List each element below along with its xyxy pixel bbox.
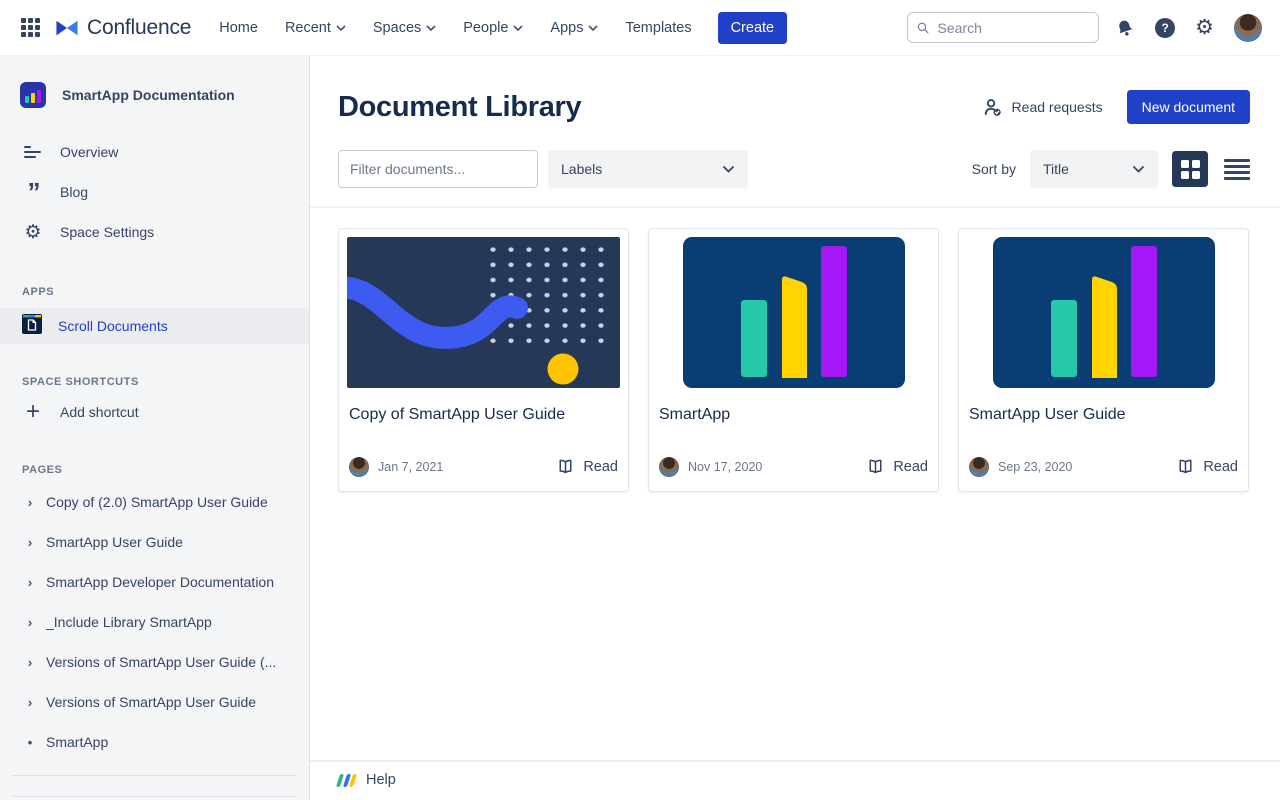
nav-templates[interactable]: Templates — [625, 20, 691, 36]
document-date: Jan 7, 2021 — [378, 460, 444, 474]
sort-dropdown[interactable]: Title — [1030, 150, 1158, 188]
labels-dropdown[interactable]: Labels — [548, 150, 748, 188]
user-avatar[interactable] — [1234, 13, 1262, 42]
document-library-panel: Document Library Read requests New docum… — [310, 56, 1280, 800]
pages-section-header: PAGES — [22, 464, 63, 476]
shortcuts-section-header: SPACE SHORTCUTS — [22, 376, 139, 388]
expand-chevron-icon[interactable]: › — [25, 495, 35, 510]
document-card[interactable]: SmartApp Nov 17, 2020 Read — [648, 228, 939, 492]
k15t-stripes-icon — [335, 773, 358, 787]
document-date: Sep 23, 2020 — [998, 460, 1073, 474]
list-view-toggle[interactable] — [1224, 158, 1250, 180]
notifications-bell-icon[interactable] — [1113, 15, 1138, 40]
document-date: Nov 17, 2020 — [688, 460, 763, 474]
primary-nav: Home Recent Spaces People Apps Templates — [219, 20, 691, 36]
pages-tree: › Copy of (2.0) SmartApp User Guide › Sm… — [0, 482, 309, 762]
expand-chevron-icon[interactable]: › — [25, 535, 35, 550]
product-name: Confluence — [87, 15, 192, 39]
read-requests-button[interactable]: Read requests — [982, 97, 1103, 118]
sidebar-divider — [12, 796, 297, 797]
help-link[interactable]: Help — [366, 772, 396, 788]
grid-icon — [1180, 159, 1189, 168]
expand-chevron-icon[interactable]: › — [25, 695, 35, 710]
nav-people[interactable]: People — [463, 20, 523, 36]
settings-gear-icon[interactable]: ⚙ — [1195, 17, 1214, 38]
page-tree-item[interactable]: › _Include Library SmartApp — [0, 602, 309, 642]
chevron-down-icon — [588, 24, 599, 31]
chevron-down-icon — [336, 24, 346, 31]
nav-apps[interactable]: Apps — [550, 20, 599, 36]
page-tree-item[interactable]: • SmartApp — [0, 722, 309, 762]
bullet-icon: • — [27, 734, 33, 750]
help-icon[interactable]: ? — [1155, 17, 1176, 38]
confluence-logo[interactable]: Confluence — [54, 15, 191, 41]
sort-by-label: Sort by — [971, 161, 1016, 177]
blog-quote-icon: ” — [27, 177, 41, 207]
grid-view-toggle[interactable] — [1172, 151, 1208, 187]
help-footer: Help — [310, 760, 1280, 800]
author-avatar — [659, 457, 679, 477]
plus-icon: + — [25, 398, 40, 425]
sidebar-item-scroll-documents[interactable]: Scroll Documents — [0, 308, 309, 344]
nav-home[interactable]: Home — [219, 20, 258, 36]
expand-chevron-icon[interactable]: › — [25, 655, 35, 670]
confluence-logo-icon — [56, 20, 78, 35]
filter-documents-input[interactable] — [338, 150, 538, 188]
page-tree-item[interactable]: › Versions of SmartApp User Guide (... — [0, 642, 309, 682]
app-switcher-icon[interactable] — [18, 16, 42, 40]
overview-lines-icon — [22, 145, 44, 159]
create-button[interactable]: Create — [717, 11, 788, 44]
page-title: Document Library — [338, 90, 582, 123]
author-avatar — [349, 457, 369, 477]
top-navigation-bar: Confluence Home Recent Spaces People App… — [0, 0, 1280, 56]
chevron-down-icon — [513, 24, 523, 31]
space-header[interactable]: SmartApp Documentation — [0, 56, 309, 116]
document-thumbnail-bars — [682, 237, 905, 388]
list-icon — [1224, 158, 1250, 162]
add-shortcut-button[interactable]: + Add shortcut — [0, 392, 309, 432]
global-search[interactable] — [907, 12, 1100, 43]
author-avatar — [969, 457, 989, 477]
page-tree-item[interactable]: › SmartApp Developer Documentation — [0, 562, 309, 602]
sidebar-divider — [12, 775, 297, 776]
read-button[interactable]: Read — [556, 458, 618, 476]
document-thumbnail-abstract — [347, 237, 620, 388]
scroll-documents-icon — [22, 313, 42, 339]
sidebar-item-blog[interactable]: ” Blog — [0, 172, 309, 212]
expand-chevron-icon[interactable]: › — [25, 615, 35, 630]
space-settings-gear-icon: ⚙ — [24, 221, 42, 243]
nav-spaces[interactable]: Spaces — [373, 20, 436, 36]
document-title[interactable]: SmartApp User Guide — [969, 406, 1238, 424]
space-logo-icon — [20, 82, 46, 108]
space-name: SmartApp Documentation — [62, 87, 235, 103]
reader-check-icon — [984, 98, 1001, 116]
open-book-icon — [1179, 459, 1192, 474]
document-title[interactable]: SmartApp — [659, 406, 928, 424]
sidebar-item-space-settings[interactable]: ⚙ Space Settings — [0, 212, 309, 252]
read-button[interactable]: Read — [1176, 458, 1238, 476]
document-card[interactable]: Copy of SmartApp User Guide Jan 7, 2021 … — [338, 228, 629, 492]
sidebar-item-overview[interactable]: Overview — [0, 132, 309, 172]
open-book-icon — [559, 459, 572, 474]
page-tree-item[interactable]: › SmartApp User Guide — [0, 522, 309, 562]
chevron-down-icon — [426, 24, 436, 31]
nav-recent[interactable]: Recent — [285, 20, 346, 36]
search-icon — [917, 22, 929, 33]
search-input[interactable] — [937, 19, 1090, 36]
document-card[interactable]: SmartApp User Guide Sep 23, 2020 Read — [958, 228, 1249, 492]
new-document-button[interactable]: New document — [1126, 90, 1250, 124]
chevron-down-icon — [722, 165, 735, 173]
open-book-icon — [869, 459, 882, 474]
page-tree-item[interactable]: › Copy of (2.0) SmartApp User Guide — [0, 482, 309, 522]
read-button[interactable]: Read — [866, 458, 928, 476]
document-thumbnail-bars — [992, 237, 1215, 388]
apps-section-header: APPS — [22, 286, 55, 298]
expand-chevron-icon[interactable]: › — [25, 575, 35, 590]
document-title[interactable]: Copy of SmartApp User Guide — [349, 406, 618, 424]
space-sidebar: SmartApp Documentation Overview ” Blog ⚙… — [0, 56, 310, 800]
document-card-grid: Copy of SmartApp User Guide Jan 7, 2021 … — [310, 208, 1280, 492]
chevron-down-icon — [1132, 165, 1145, 173]
page-tree-item[interactable]: › Versions of SmartApp User Guide — [0, 682, 309, 722]
